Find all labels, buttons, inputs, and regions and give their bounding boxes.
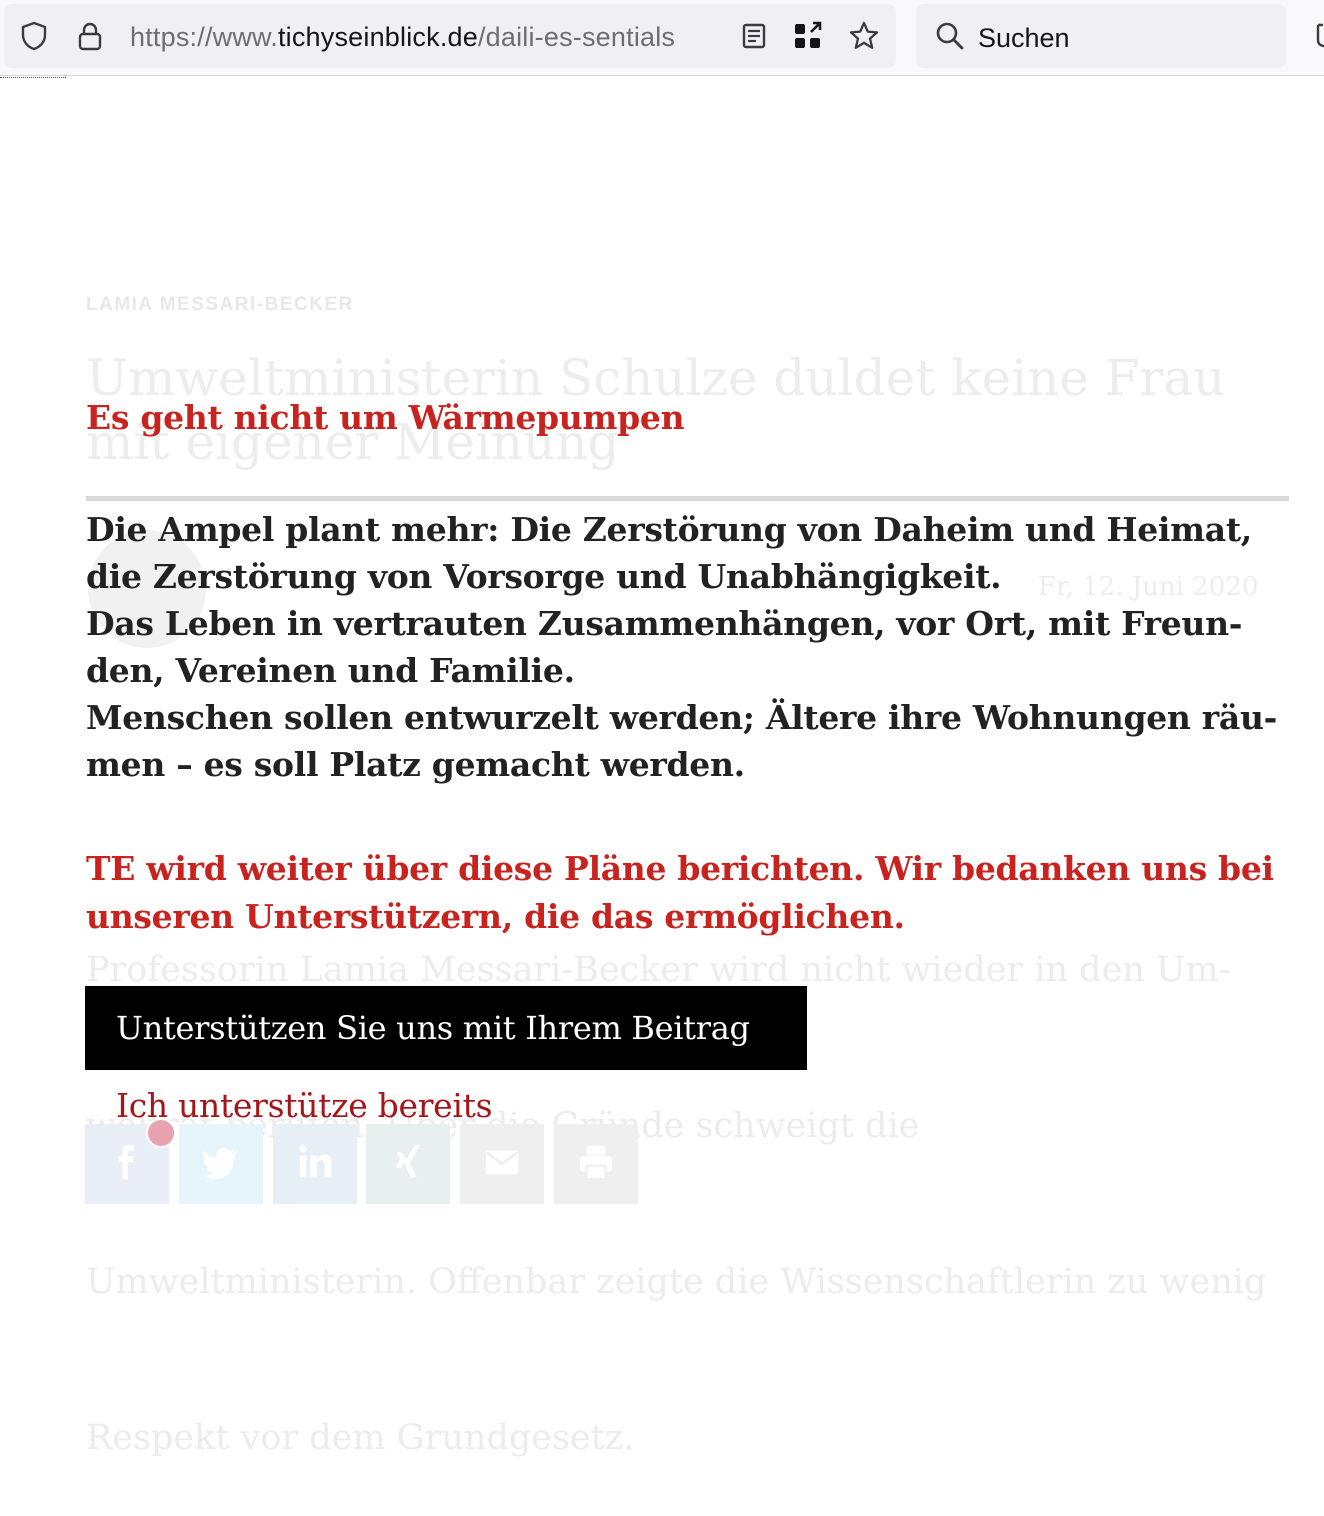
lead-line: den, Vereinen und Familie. xyxy=(86,651,575,690)
search-bar[interactable]: Suchen xyxy=(916,4,1286,68)
support-button[interactable]: Unterstützen Sie uns mit Ihrem Beitrag xyxy=(85,986,807,1070)
lead-line: men – es soll Platz gemacht werden. xyxy=(86,745,745,784)
notification-badge xyxy=(146,1118,176,1148)
twitter-icon xyxy=(202,1143,240,1185)
url-path: /daili-es-sentials xyxy=(477,22,676,52)
lead-line: Menschen sollen entwurzelt werden; Älter… xyxy=(86,698,1278,737)
bg-body: Professorin Lamia Messari-Becker wird ni… xyxy=(86,840,1296,1516)
overlay-thanks: TE wird weiter über diese Pläne berichte… xyxy=(86,845,1316,941)
search-icon xyxy=(934,20,966,52)
bookmark-star-icon[interactable] xyxy=(848,20,880,52)
address-bar[interactable]: https://www.tichyseinblick.de/daili-es-s… xyxy=(4,4,896,68)
xing-icon xyxy=(389,1143,427,1185)
shield-icon[interactable] xyxy=(18,20,50,52)
url-scheme: https://www. xyxy=(130,22,278,52)
share-xing-button[interactable] xyxy=(366,1124,450,1204)
share-linkedin-button[interactable] xyxy=(273,1124,357,1204)
extensions-grid-icon[interactable] xyxy=(792,20,824,52)
overlay-lead: Die Ampel plant mehr: Die Zerstörung von… xyxy=(86,506,1316,788)
email-icon xyxy=(483,1143,521,1185)
search-placeholder: Suchen xyxy=(978,23,1070,53)
lead-line: Die Ampel plant mehr: Die Zerstörung von… xyxy=(86,510,1252,549)
url-text[interactable]: https://www.tichyseinblick.de/daili-es-s… xyxy=(130,22,726,62)
bg-author: LAMIA MESSARI-BECKER xyxy=(86,294,354,315)
thanks-line: unseren Unterstützern, die das ermöglich… xyxy=(86,897,905,936)
linkedin-icon xyxy=(296,1143,334,1185)
print-icon xyxy=(577,1143,615,1185)
bg-body-line: Respekt vor dem Grundgesetz. xyxy=(86,1418,635,1458)
browser-toolbar: https://www.tichyseinblick.de/daili-es-s… xyxy=(0,0,1324,76)
lead-line: Das Leben in vertrauten Zusammenhängen, … xyxy=(86,604,1243,643)
pocket-icon[interactable] xyxy=(1306,18,1324,52)
facebook-icon xyxy=(108,1143,146,1185)
lock-icon[interactable] xyxy=(74,20,106,52)
lead-line: die Zerstörung von Vorsorge und Unabhäng… xyxy=(86,557,1002,596)
reader-view-icon[interactable] xyxy=(738,20,770,52)
thanks-line: TE wird weiter über diese Pläne berichte… xyxy=(86,849,1274,888)
share-twitter-button[interactable] xyxy=(179,1124,263,1204)
share-print-button[interactable] xyxy=(554,1124,638,1204)
share-email-button[interactable] xyxy=(460,1124,544,1204)
already-supporting-link[interactable]: Ich unterstütze bereits xyxy=(116,1086,493,1125)
focus-ring xyxy=(0,77,66,78)
bg-divider xyxy=(86,496,1289,501)
bg-body-line: Umweltministerin. Offenbar zeigte die Wi… xyxy=(86,1262,1267,1302)
overlay-title: Es geht nicht um Wärmepumpen xyxy=(86,398,685,437)
url-domain: tichyseinblick.de xyxy=(277,22,478,52)
